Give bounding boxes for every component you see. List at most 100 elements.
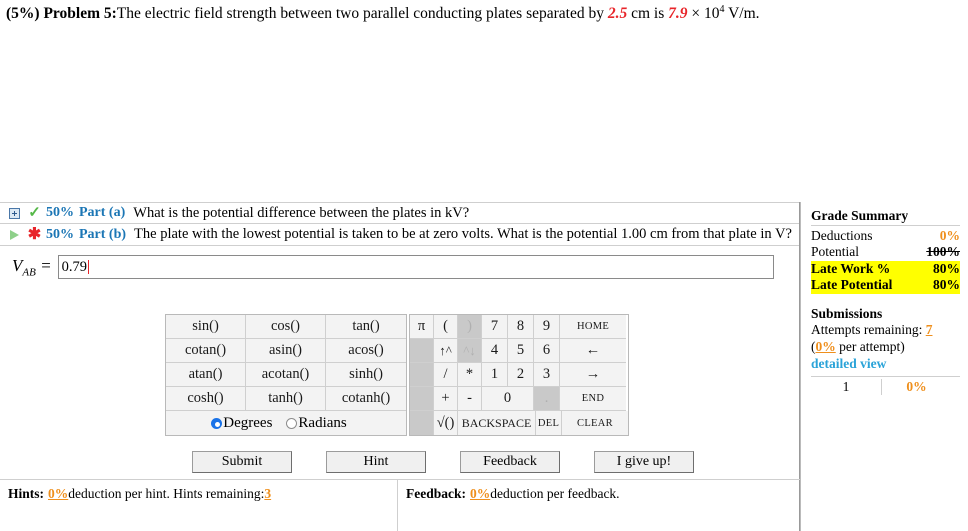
problem-text-4: V/m.	[724, 5, 760, 23]
degrees-radio[interactable]	[211, 417, 223, 429]
key-sinh[interactable]: sinh()	[326, 363, 406, 387]
answer-equals: =	[40, 255, 52, 275]
expand-plus-icon[interactable]	[6, 207, 23, 219]
num-row-1: π ( ) 7 8 9 HOME	[410, 315, 628, 339]
part-row-b[interactable]: ✱ 50% Part (b) The plate with the lowest…	[0, 224, 799, 246]
key-0[interactable]: 0	[482, 387, 534, 411]
key-decimal[interactable]: .	[534, 387, 560, 411]
attempt-table: 1 0%	[811, 375, 960, 395]
feedback-button[interactable]: Feedback	[460, 451, 560, 473]
trig-function-panel: sin() cos() tan() cotan() asin() acos() …	[165, 314, 407, 436]
radians-radio[interactable]	[286, 417, 298, 429]
key-minus[interactable]: -	[458, 387, 482, 411]
key-backspace[interactable]: BACKSPACE	[458, 411, 536, 435]
attempts-value: 7	[925, 321, 933, 337]
key-cotan[interactable]: cotan()	[166, 339, 246, 363]
angle-mode-row: Degrees Radians	[166, 411, 406, 435]
key-divide[interactable]: /	[434, 363, 458, 387]
key-blank-3	[410, 387, 434, 411]
answer-row: VAB = 0.79	[0, 250, 800, 284]
hints-text: deduction per hint. Hints remaining:	[68, 486, 265, 501]
per-attempt-line: (0% per attempt)	[811, 339, 960, 356]
potential-label: Potential	[811, 244, 859, 260]
key-blank-1	[410, 339, 434, 363]
footer-row: Hints: 0% deduction per hint. Hints remai…	[0, 479, 800, 531]
green-check-icon: ✓	[28, 204, 41, 221]
key-blank-4	[410, 411, 434, 435]
key-5[interactable]: 5	[508, 339, 534, 363]
key-exponent[interactable]: ↑^	[434, 339, 458, 363]
key-6[interactable]: 6	[534, 339, 560, 363]
feedback-cell: Feedback: 0% deduction per feedback.	[398, 480, 800, 531]
potential-value: 100%	[926, 244, 960, 260]
grade-row-late-potential: Late Potential 80%	[811, 277, 960, 294]
problem-text-1: The electric field strength between two …	[116, 5, 608, 23]
part-a-percent: 50%	[46, 205, 74, 220]
key-tan[interactable]: tan()	[326, 315, 406, 339]
play-triangle-icon[interactable]	[6, 229, 23, 240]
key-3[interactable]: 3	[534, 363, 560, 387]
hints-remaining: 3	[264, 486, 272, 501]
key-end[interactable]: END	[560, 387, 626, 411]
attempts-line: Attempts remaining: 7	[811, 322, 960, 339]
key-acotan[interactable]: acotan()	[246, 363, 326, 387]
key-atan[interactable]: atan()	[166, 363, 246, 387]
answer-input[interactable]: 0.79	[57, 255, 774, 279]
work-area: ✓ 50% Part (a) What is the potential dif…	[0, 202, 800, 531]
key-subscript[interactable]: ^↓	[458, 339, 482, 363]
key-del[interactable]: DEL	[536, 411, 562, 435]
key-7[interactable]: 7	[482, 315, 508, 339]
trig-row-3: atan() acotan() sinh()	[166, 363, 406, 387]
key-blank-2	[410, 363, 434, 387]
key-home[interactable]: HOME	[560, 315, 626, 339]
key-1[interactable]: 1	[482, 363, 508, 387]
num-row-4: + - 0 . END	[410, 387, 628, 411]
key-sin[interactable]: sin()	[166, 315, 246, 339]
part-b-label: Part (b)	[79, 226, 127, 242]
numeric-panel: π ( ) 7 8 9 HOME ↑^ ^↓ 4 5 6 ← / * 1 2 3…	[409, 314, 629, 436]
attempts-label: Attempts remaining:	[811, 321, 926, 337]
per-attempt-value: 0%	[815, 338, 836, 354]
problem-value-field: 7.9	[668, 5, 688, 23]
key-pi[interactable]: π	[410, 315, 434, 339]
problem-weight: (5%)	[6, 5, 40, 23]
trig-row-2: cotan() asin() acos()	[166, 339, 406, 363]
key-4[interactable]: 4	[482, 339, 508, 363]
part-row-a[interactable]: ✓ 50% Part (a) What is the potential dif…	[0, 202, 799, 224]
problem-statement: (5%) Problem 5:The electric field streng…	[6, 4, 960, 24]
key-cotanh[interactable]: cotanh()	[326, 387, 406, 411]
num-row-3: / * 1 2 3 →	[410, 363, 628, 387]
key-2[interactable]: 2	[508, 363, 534, 387]
detailed-view-link[interactable]: detailed view	[811, 356, 960, 373]
problem-text-2: cm is	[627, 5, 669, 23]
key-asin[interactable]: asin()	[246, 339, 326, 363]
key-sqrt[interactable]: √()	[434, 411, 458, 435]
key-8[interactable]: 8	[508, 315, 534, 339]
hint-button[interactable]: Hint	[326, 451, 426, 473]
key-plus[interactable]: +	[434, 387, 458, 411]
key-arrow-left[interactable]: ←	[560, 339, 626, 363]
key-clear[interactable]: CLEAR	[562, 411, 628, 435]
answer-variable-label: VAB =	[12, 256, 52, 278]
calculator-keypad: sin() cos() tan() cotan() asin() acos() …	[165, 314, 629, 436]
grade-summary-title: Grade Summary	[811, 208, 909, 223]
trig-row-4: cosh() tanh() cotanh()	[166, 387, 406, 411]
key-multiply[interactable]: *	[458, 363, 482, 387]
key-cos[interactable]: cos()	[246, 315, 326, 339]
attempt-score: 0%	[881, 378, 951, 395]
key-arrow-right[interactable]: →	[560, 363, 626, 387]
text-caret	[87, 260, 89, 274]
radians-label[interactable]: Radians	[298, 415, 346, 432]
key-close-paren[interactable]: )	[458, 315, 482, 339]
give-up-button[interactable]: I give up!	[594, 451, 694, 473]
key-open-paren[interactable]: (	[434, 315, 458, 339]
key-tanh[interactable]: tanh()	[246, 387, 326, 411]
trig-row-1: sin() cos() tan()	[166, 315, 406, 339]
key-9[interactable]: 9	[534, 315, 560, 339]
late-work-value: 80%	[933, 260, 960, 276]
submit-button[interactable]: Submit	[192, 451, 292, 473]
key-acos[interactable]: acos()	[326, 339, 406, 363]
key-cosh[interactable]: cosh()	[166, 387, 246, 411]
degrees-label[interactable]: Degrees	[223, 415, 272, 432]
part-a-text: What is the potential difference between…	[133, 204, 470, 221]
